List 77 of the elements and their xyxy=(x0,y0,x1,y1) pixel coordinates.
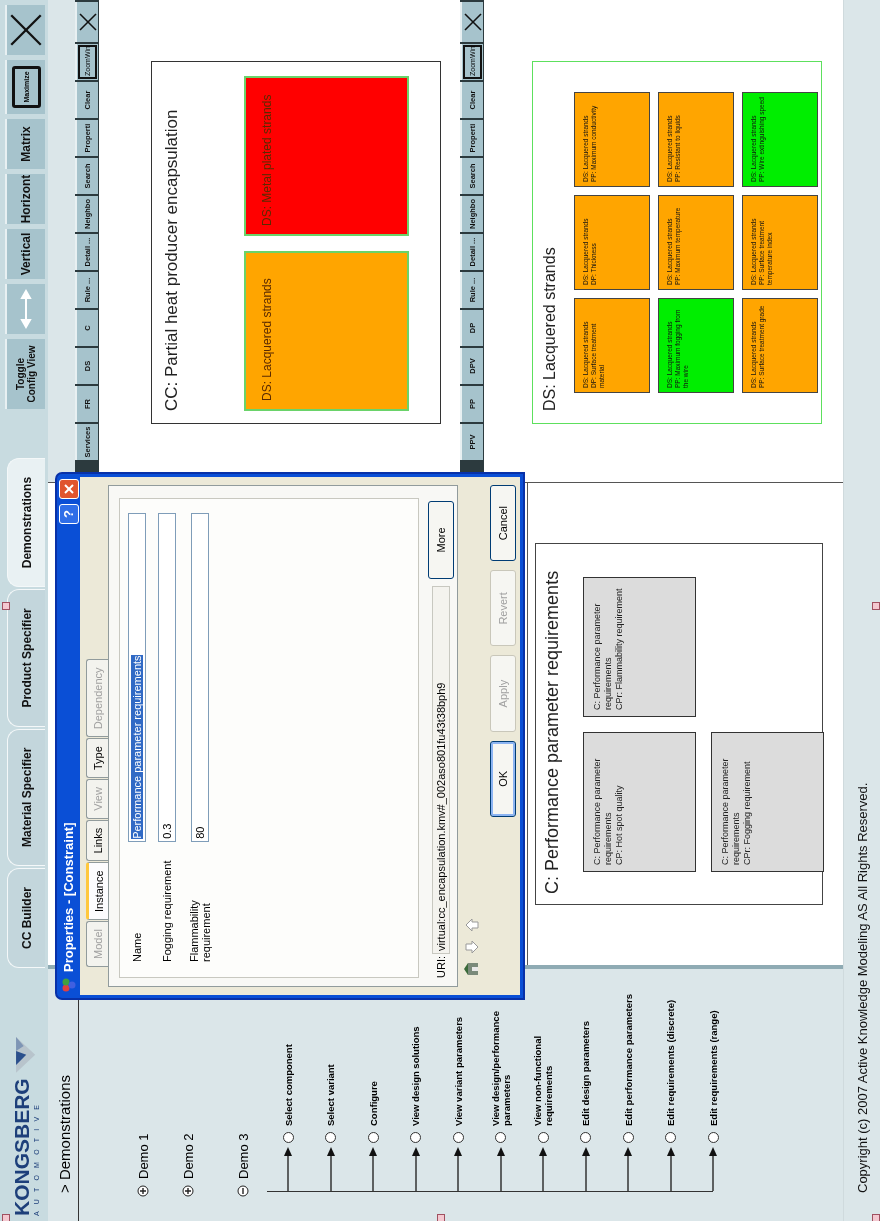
expand-icon[interactable] xyxy=(137,1185,149,1197)
radio-button[interactable] xyxy=(325,1132,337,1143)
field-label: Flammability requirement xyxy=(188,899,212,962)
close-button[interactable] xyxy=(75,2,98,42)
uri-field[interactable]: virtual:cc_encapsulation.kmv#_002aso801fu43t38bph9 xyxy=(432,586,450,954)
copyright-text: Copyright (c) 2007 Active Knowledge Modeling AS All Rights Reserved. xyxy=(854,782,870,1193)
dialog-tab[interactable]: Instance xyxy=(86,862,108,921)
toolbar-button[interactable]: Horizont xyxy=(5,174,45,224)
logo-wordmark: KONGSBERG xyxy=(10,1078,33,1216)
double-arrow-icon xyxy=(20,289,32,329)
dialog-button[interactable]: OK xyxy=(490,740,516,817)
tree-item[interactable]: Demo 2 xyxy=(180,1133,196,1179)
toolbar-button[interactable]: Vertical xyxy=(5,229,45,279)
help-button[interactable]: ? xyxy=(58,504,79,524)
dialog-title: Properties - [Constraint] xyxy=(61,821,76,972)
dialog-button[interactable]: Cancel xyxy=(490,485,516,562)
tree-item[interactable]: Demo 3 xyxy=(235,1133,251,1179)
expand-icon[interactable] xyxy=(182,1185,194,1197)
more-button[interactable]: More xyxy=(428,501,454,579)
radio-button[interactable] xyxy=(622,1132,634,1143)
colored-balls-icon xyxy=(60,977,77,993)
selection-handle[interactable] xyxy=(2,602,10,610)
close-icon xyxy=(77,12,98,32)
input-field[interactable]: 80 xyxy=(191,513,209,842)
card-text: CPr: Flammability requirement xyxy=(614,587,625,710)
selection-handle[interactable] xyxy=(872,1214,880,1221)
toolbar-button[interactable]: Toggle Config View xyxy=(5,339,45,409)
module-tab[interactable]: Product Specifier xyxy=(7,589,45,727)
radio-button[interactable] xyxy=(367,1132,379,1143)
radio-button[interactable] xyxy=(495,1132,507,1143)
field-label: Name xyxy=(131,931,143,962)
arrow-down-icon[interactable] xyxy=(464,939,480,955)
step-link[interactable]: View non-functional requirements xyxy=(532,976,555,1126)
frame-title: DS: Lacquered strands xyxy=(541,246,559,411)
close-button[interactable] xyxy=(460,2,483,42)
input-field[interactable]: Performance parameter requirements xyxy=(128,513,146,842)
step-link[interactable]: Edit performance parameters xyxy=(622,976,634,1126)
radio-button[interactable] xyxy=(410,1132,422,1143)
radio-button[interactable] xyxy=(282,1132,294,1143)
card-text: CP: Hot spot quality xyxy=(614,784,625,865)
module-tab[interactable]: Material Specifier xyxy=(7,728,45,866)
tree-item[interactable]: Demo 1 xyxy=(135,1133,151,1179)
card-text: CPr: Fogging requirement xyxy=(742,760,753,865)
card-text: C: Performance parameter requirements xyxy=(720,757,742,865)
radio-button[interactable] xyxy=(707,1132,719,1143)
radio-button[interactable] xyxy=(580,1132,592,1143)
selection-handle[interactable] xyxy=(2,1214,10,1221)
radio-button[interactable] xyxy=(452,1132,464,1143)
selection-handle[interactable] xyxy=(872,602,880,610)
program-icon[interactable] xyxy=(464,961,480,977)
input-field[interactable]: 0.3 xyxy=(158,513,176,842)
toolbar-button[interactable]: Matrix xyxy=(5,119,45,169)
selection-handle[interactable] xyxy=(437,1214,445,1221)
card-text: C: Performance parameter requirements xyxy=(592,602,614,710)
module-tab[interactable]: Demonstrations xyxy=(7,457,45,588)
close-icon xyxy=(62,483,75,495)
close-icon xyxy=(9,13,43,47)
card-text: C: Performance parameter requirements xyxy=(592,757,614,865)
dialog-tab[interactable]: Type xyxy=(86,738,108,779)
step-link[interactable]: Edit design parameters xyxy=(580,976,592,1126)
collapse-icon[interactable] xyxy=(237,1185,249,1197)
arrow-up-icon[interactable] xyxy=(464,917,480,933)
field-label: URI: xyxy=(435,958,447,978)
card-text: DS: Metal plated strands xyxy=(260,94,274,226)
frame-title: CC: Partial heat producer encapsulation xyxy=(162,108,182,411)
step-link[interactable]: Edit requirements (discrete) xyxy=(665,976,677,1126)
branch-arrow-icon xyxy=(708,1147,719,1191)
close-icon xyxy=(462,12,483,32)
close-button[interactable] xyxy=(5,5,45,55)
field-label: Fogging requirement xyxy=(161,859,173,962)
radio-button[interactable] xyxy=(665,1132,677,1143)
step-link[interactable]: Edit requirements (range) xyxy=(707,976,719,1126)
radio-button[interactable] xyxy=(537,1132,549,1143)
card-text: DS: Lacquered strands xyxy=(260,278,274,401)
frame-title: C: Performance parameter requirements xyxy=(542,569,563,894)
module-tab[interactable]: CC Builder xyxy=(7,868,45,968)
dialog-tab[interactable]: Links xyxy=(86,819,108,862)
